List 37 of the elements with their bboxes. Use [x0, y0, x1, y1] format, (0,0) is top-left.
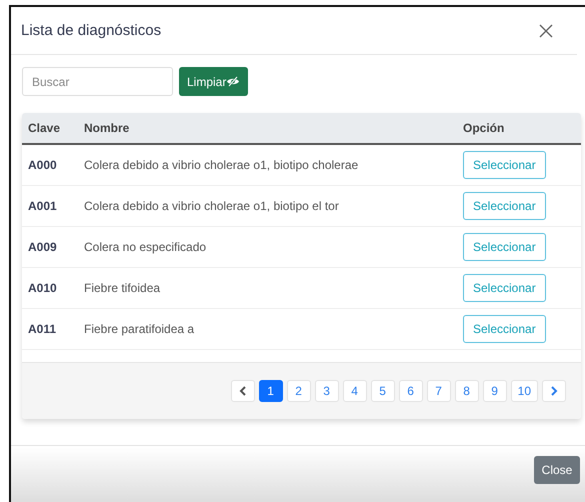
page-button[interactable]: 1 — [258, 380, 283, 402]
page-button[interactable]: 3 — [314, 380, 339, 402]
table-cell-text: Fiebre tifoidea — [84, 281, 162, 295]
table-cell-text: A001 — [27, 199, 58, 213]
table-cell-text: A010 — [27, 281, 58, 295]
table-cell-text: A000 — [27, 158, 58, 172]
search-field[interactable]: Buscar — [22, 67, 173, 96]
select-button[interactable]: Seleccionar — [463, 192, 546, 220]
modal-title: Lista de diagnósticos — [21, 22, 162, 39]
column-header: Clave — [27, 121, 62, 135]
page-button[interactable]: 2 — [286, 380, 311, 402]
chevron-right-icon — [550, 386, 558, 396]
chevron-left-icon — [238, 386, 247, 396]
page-button[interactable]: 9 — [482, 380, 507, 402]
column-header: Opción — [463, 121, 506, 135]
table-cell-text: A011 — [27, 322, 58, 336]
table-cell-text: Colera debido a vibrio cholerae o1, biotipo cholerae — [84, 158, 360, 172]
select-button[interactable]: Seleccionar — [463, 274, 546, 302]
page-button[interactable]: 5 — [370, 380, 395, 402]
column-header: Nombre — [84, 121, 130, 135]
table-cell-text: Fiebre paratifoidea a — [84, 322, 196, 336]
close-icon[interactable] — [539, 24, 553, 38]
page-button[interactable]: 6 — [398, 380, 423, 402]
page-button[interactable]: 10 — [510, 380, 538, 402]
eye-slash-icon — [226, 76, 240, 87]
page-button[interactable]: 4 — [342, 380, 367, 402]
select-button[interactable]: Seleccionar — [463, 315, 546, 343]
page-button[interactable]: 8 — [454, 380, 479, 402]
next-page-button[interactable] — [542, 380, 566, 402]
table-cell-text: Colera no especificado — [84, 240, 208, 254]
clear-button[interactable]: Limpiar — [179, 67, 248, 96]
select-button[interactable]: Seleccionar — [463, 151, 546, 179]
table-cell-text: A009 — [27, 240, 58, 254]
select-button[interactable]: Seleccionar — [463, 233, 546, 261]
page-button[interactable]: 7 — [426, 380, 451, 402]
table-cell-text: Colera debido a vibrio cholerae o1, biotipo el tor — [84, 199, 340, 213]
close-button[interactable]: Close — [534, 456, 580, 484]
